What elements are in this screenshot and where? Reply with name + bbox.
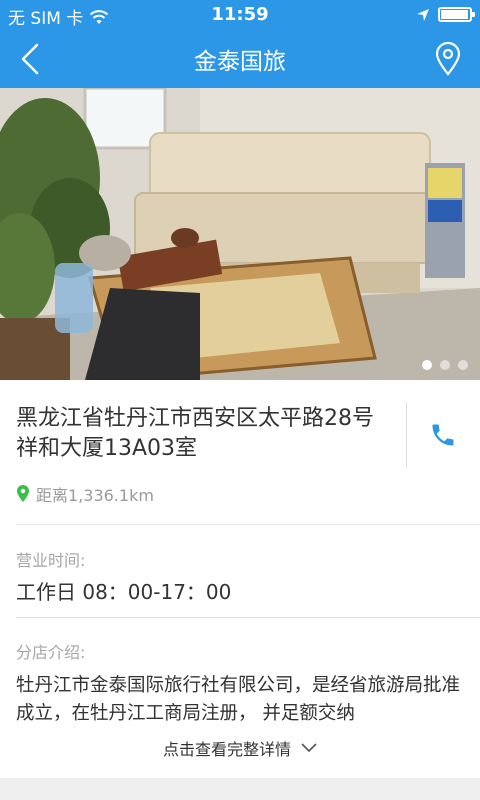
chevron-down-icon [301,743,317,753]
map-button[interactable] [428,38,468,80]
status-bar: 无 SIM 卡 11:59 [0,0,480,30]
call-button[interactable] [418,410,468,460]
hours-value: 工作日 08：00-17：00 [16,580,232,604]
divider [16,524,480,525]
gallery-dots [422,360,468,370]
gallery-dot[interactable] [422,360,432,370]
hours-label: 营业时间: [16,551,86,570]
status-right [416,7,475,22]
page-title: 金泰国旅 [194,49,286,75]
phone-icon [432,424,454,446]
nav-bar: 金泰国旅 [0,30,480,88]
address-section: 黑龙江省牡丹江市西安区太平路28号祥和大厦13A03室 距离1,336.1km [0,380,480,525]
view-full-details-link[interactable]: 点击查看完整详情 [0,736,480,760]
location-pin-icon [435,42,461,76]
intro-text: 牡丹江市金泰国际旅行社有限公司，是经省旅游局批准成立，在牡丹江工商局注册， 并足… [16,675,461,724]
vertical-divider [406,402,407,468]
more-label: 点击查看完整详情 [162,740,291,759]
bottom-bar [0,778,480,800]
distance-text: 距离1,336.1km [36,486,154,505]
gallery-dot[interactable] [440,360,450,370]
status-time: 11:59 [211,4,269,25]
room-photo-image [0,88,480,380]
divider [16,617,480,618]
battery-icon [438,7,475,22]
map-pin-icon [17,485,29,502]
distance-row: 距离1,336.1km [16,482,154,506]
store-address: 黑龙江省牡丹江市西安区太平路28号祥和大厦13A03室 [16,406,374,461]
intro-label: 分店介绍: [16,643,86,662]
store-photo[interactable] [0,88,480,380]
location-arrow-icon [417,8,429,21]
gallery-dot[interactable] [458,360,468,370]
